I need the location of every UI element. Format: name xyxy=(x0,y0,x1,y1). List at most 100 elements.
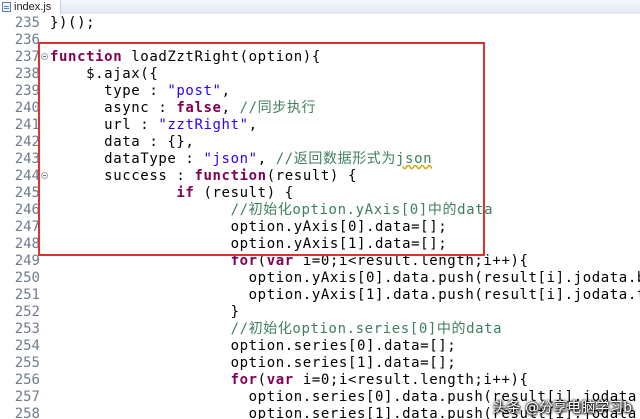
code-token: (result) { xyxy=(266,168,357,184)
code-token: for xyxy=(230,372,258,388)
code-token: url : xyxy=(50,117,159,133)
line-number: 239 xyxy=(14,83,40,99)
line-number: 246 xyxy=(14,202,40,218)
code-line[interactable]: 237 function loadZztRight(option){ xyxy=(0,49,640,66)
code-text: if (result) { xyxy=(50,185,294,202)
code-text: function loadZztRight(option){ xyxy=(50,49,321,66)
code-text: type : "post", xyxy=(50,83,231,100)
code-line[interactable]: 253 //初始化option.series[0]中的data xyxy=(0,321,640,338)
code-text: option.yAxis[0].data=[]; xyxy=(50,219,447,236)
code-text: option.series[1].data=[]; xyxy=(50,355,456,372)
code-token: if xyxy=(176,185,195,201)
code-line[interactable]: 243 dataType : "json", //返回数据形式为json xyxy=(0,151,640,168)
code-line[interactable]: 236 xyxy=(0,32,640,49)
code-line[interactable]: 252 } xyxy=(0,304,640,321)
code-token: ( xyxy=(257,372,267,388)
code-line[interactable]: 245 if (result) { xyxy=(0,185,640,202)
line-number: 247 xyxy=(14,219,40,235)
code-text: for(var i=0;i<result.length;i++){ xyxy=(50,253,529,270)
code-token: json xyxy=(396,151,433,167)
code-token: , xyxy=(248,117,258,133)
code-token: //初始化option.yAxis[0]中的data xyxy=(230,202,494,218)
line-number: 238 xyxy=(14,66,40,82)
code-text: //初始化option.series[0]中的data xyxy=(50,321,502,338)
code-token: async : xyxy=(50,100,177,116)
code-text: data : {}, xyxy=(50,134,194,151)
line-number: 256 xyxy=(14,372,40,388)
code-token: option.yAxis[1].data.push(result[i].joda… xyxy=(50,287,640,303)
code-text: success : function(result) { xyxy=(50,168,357,185)
code-token: ( xyxy=(257,253,267,269)
line-number: 240 xyxy=(14,100,40,116)
code-token: "json" xyxy=(203,151,258,167)
code-text: url : "zztRight", xyxy=(50,117,258,134)
line-number: 255 xyxy=(14,355,40,371)
line-number: 258 xyxy=(14,406,40,419)
code-text: for(var i=0;i<result.length;i++){ xyxy=(50,372,529,389)
fold-collapse-icon[interactable] xyxy=(41,172,48,179)
code-token: , xyxy=(221,100,240,116)
code-text: option.series[0].data=[]; xyxy=(50,338,456,355)
code-line[interactable]: 254 option.series[0].data=[]; xyxy=(0,338,640,355)
code-token: data : {}, xyxy=(50,134,195,150)
code-line[interactable]: 241 url : "zztRight", xyxy=(0,117,640,134)
editor-tab-bar: index.js xyxy=(0,0,640,15)
code-text: option.yAxis[1].data=[]; xyxy=(50,236,447,253)
code-text: })(); xyxy=(50,15,95,32)
code-line[interactable]: 239 type : "post", xyxy=(0,83,640,100)
line-number: 253 xyxy=(14,321,40,337)
code-editor[interactable]: 235})(); 236 237 function loadZztRight(opti… xyxy=(0,14,640,419)
line-number: 243 xyxy=(14,151,40,167)
code-line[interactable]: 249 for(var i=0;i<result.length;i++){ xyxy=(0,253,640,270)
code-token: } xyxy=(50,304,240,320)
code-text: dataType : "json", //返回数据形式为json xyxy=(50,151,432,168)
code-token: //初始化option.series[0]中的data xyxy=(230,321,503,337)
fold-collapse-icon[interactable] xyxy=(41,53,48,60)
code-token: (result) { xyxy=(194,185,294,201)
line-number: 248 xyxy=(14,236,40,252)
code-token: success : xyxy=(50,168,195,184)
tab-label: index.js xyxy=(14,1,52,13)
code-text: async : false, //同步执行 xyxy=(50,100,316,117)
code-token: var xyxy=(266,372,294,388)
js-file-icon xyxy=(2,2,11,12)
code-line[interactable]: 246 //初始化option.yAxis[0]中的data xyxy=(0,202,640,219)
code-line[interactable]: 248 option.yAxis[1].data=[]; xyxy=(0,236,640,253)
code-token: option.series[1].data=[]; xyxy=(50,355,457,371)
line-number: 249 xyxy=(14,253,40,269)
code-text: $.ajax({ xyxy=(50,66,158,83)
code-token: option.yAxis[0].data.push(result[i].joda… xyxy=(50,270,640,286)
line-number: 254 xyxy=(14,338,40,354)
code-token: loadZztRight(option){ xyxy=(122,49,321,65)
code-token: for xyxy=(230,253,258,269)
code-line[interactable]: 235})(); xyxy=(0,15,640,32)
code-text: //初始化option.yAxis[0]中的data xyxy=(50,202,493,219)
code-token: option.series[0].data=[]; xyxy=(50,338,457,354)
line-number: 237 xyxy=(14,49,40,65)
code-token: $.ajax({ xyxy=(50,66,159,82)
line-number: 250 xyxy=(14,270,40,286)
code-token: type : xyxy=(50,83,168,99)
code-text: option.yAxis[0].data.push(result[i].joda… xyxy=(50,270,640,287)
code-token: option.yAxis[0].data=[]; xyxy=(50,219,448,235)
code-token: false xyxy=(176,100,222,116)
code-line[interactable]: 255 option.series[1].data=[]; xyxy=(0,355,640,372)
code-token: , xyxy=(221,83,231,99)
code-line[interactable]: 240 async : false, //同步执行 xyxy=(0,100,640,117)
code-line[interactable]: 244 success : function(result) { xyxy=(0,168,640,185)
code-line[interactable]: 247 option.yAxis[0].data=[]; xyxy=(0,219,640,236)
code-line[interactable]: 250 option.yAxis[0].data.push(result[i].… xyxy=(0,270,640,287)
code-token: option.yAxis[1].data=[]; xyxy=(50,236,448,252)
code-token: i=0;i<result.length;i++){ xyxy=(293,372,529,388)
code-line[interactable]: 242 data : {}, xyxy=(0,134,640,151)
tab-index-js[interactable]: index.js xyxy=(0,0,61,14)
code-line[interactable]: 238 $.ajax({ xyxy=(0,66,640,83)
code-line[interactable]: 256 for(var i=0;i<result.length;i++){ xyxy=(0,372,640,389)
line-number: 251 xyxy=(14,287,40,303)
code-token: //返回数据形式为 xyxy=(275,151,397,167)
code-text: option.yAxis[1].data.push(result[i].joda… xyxy=(50,287,640,304)
code-line[interactable]: 251 option.yAxis[1].data.push(result[i].… xyxy=(0,287,640,304)
